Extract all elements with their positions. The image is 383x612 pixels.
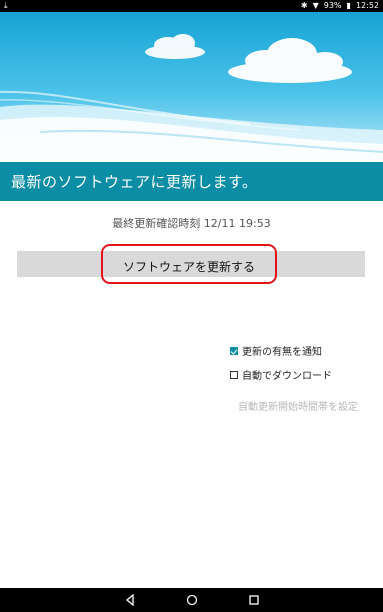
title-bar: 最新のソフトウェアに更新します。 — [0, 162, 383, 201]
home-icon[interactable] — [186, 594, 198, 606]
notify-updates-checkbox[interactable] — [230, 346, 238, 355]
last-update-time: 最終更新確認時刻 12/11 19:53 — [112, 217, 271, 230]
bluetooth-icon: ✱ — [300, 1, 308, 10]
page-title: 最新のソフトウェアに更新します。 — [11, 173, 258, 191]
auto-download-option[interactable]: 自動でダウンロード — [230, 367, 332, 382]
download-icon: ⤓ — [4, 1, 8, 10]
recents-icon[interactable] — [248, 594, 260, 606]
clock: 12:52 — [355, 1, 379, 10]
auto-download-checkbox[interactable] — [230, 370, 238, 379]
auto-download-label: 自動でダウンロード — [242, 371, 332, 382]
header-banner — [0, 12, 383, 162]
wifi-icon: ▼ — [312, 1, 319, 10]
notify-updates-option[interactable]: 更新の有無を通知 — [230, 343, 322, 358]
status-icons: ✱ ▼ 93% ▮ 12:52 — [301, 0, 379, 12]
auto-update-schedule-link[interactable]: 自動更新開始時間帯を設定 — [238, 398, 358, 413]
back-icon[interactable] — [124, 594, 136, 606]
status-bar: ⤓ ✱ ▼ 93% ▮ 12:52 — [0, 0, 383, 12]
navigation-bar — [0, 588, 383, 612]
update-software-label: ソフトウェアを更新する — [122, 260, 255, 274]
battery-level: 93% — [323, 1, 342, 10]
update-software-button[interactable]: ソフトウェアを更新する — [101, 244, 277, 284]
battery-icon: ▮ — [346, 1, 351, 10]
notify-updates-label: 更新の有無を通知 — [242, 347, 322, 358]
